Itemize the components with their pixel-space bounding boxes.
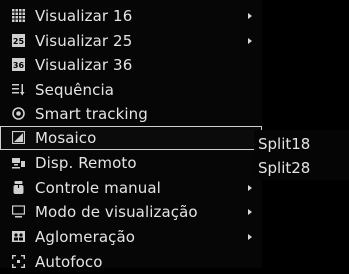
- menu-item-label: Visualizar 36: [35, 56, 133, 74]
- view-mode-icon: [12, 205, 25, 218]
- menu-item-label: Autofoco: [35, 253, 103, 271]
- menu-item-controle-manual[interactable]: Controle manual: [0, 176, 262, 200]
- chevron-right-icon: [248, 38, 252, 44]
- chevron-right-icon: [248, 13, 252, 19]
- menu-item-smart-tracking[interactable]: Smart tracking: [0, 102, 262, 126]
- menu-item-label: Smart tracking: [35, 105, 148, 123]
- svg-text:36: 36: [13, 61, 25, 70]
- menu-item-autofoco[interactable]: Autofoco: [0, 250, 262, 274]
- mosaic-submenu: Split18 Split28: [254, 130, 349, 180]
- menu-item-label: Disp. Remoto: [35, 154, 137, 172]
- menu-item-visualizar-36[interactable]: 36 Visualizar 36: [0, 53, 262, 77]
- menu-item-label: Modo de visualização: [35, 203, 198, 221]
- manual-control-icon: [12, 181, 25, 194]
- smart-tracking-icon: [12, 107, 25, 120]
- menu-item-label: Aglomeração: [35, 228, 136, 246]
- menu-item-label: Visualizar 16: [35, 7, 133, 25]
- menu-item-sequencia[interactable]: Sequência: [0, 78, 262, 102]
- grid16-icon: [12, 9, 25, 22]
- context-menu: Visualizar 16 25 Visualizar 25 36 Visual…: [0, 0, 262, 271]
- menu-item-aglomeracao[interactable]: Aglomeração: [0, 225, 262, 249]
- submenu-item-split28[interactable]: Split28: [258, 156, 310, 180]
- sequence-icon: [12, 83, 25, 96]
- menu-item-visualizar-16[interactable]: Visualizar 16: [0, 4, 262, 28]
- menu-item-modo-de-visualizacao[interactable]: Modo de visualização: [0, 200, 262, 224]
- menu-item-mosaico[interactable]: Mosaico: [0, 126, 262, 150]
- chevron-right-icon: [248, 234, 252, 240]
- grid36-icon: 36: [12, 58, 25, 71]
- chevron-right-icon: [248, 209, 252, 215]
- mosaic-icon: [12, 131, 25, 144]
- menu-item-visualizar-25[interactable]: 25 Visualizar 25: [0, 29, 262, 53]
- svg-text:25: 25: [13, 37, 25, 46]
- menu-item-label: Visualizar 25: [35, 32, 133, 50]
- autofocus-icon: [12, 255, 25, 268]
- crowd-icon: [12, 230, 25, 243]
- grid25-icon: 25: [12, 34, 25, 47]
- menu-item-label: Sequência: [35, 81, 115, 99]
- remote-device-icon: [12, 156, 25, 169]
- submenu-item-split18[interactable]: Split18: [258, 132, 310, 156]
- menu-item-label: Mosaico: [35, 129, 97, 147]
- chevron-right-icon: [248, 185, 252, 191]
- menu-item-label: Controle manual: [35, 179, 161, 197]
- menu-item-disp-remoto[interactable]: Disp. Remoto: [0, 151, 262, 175]
